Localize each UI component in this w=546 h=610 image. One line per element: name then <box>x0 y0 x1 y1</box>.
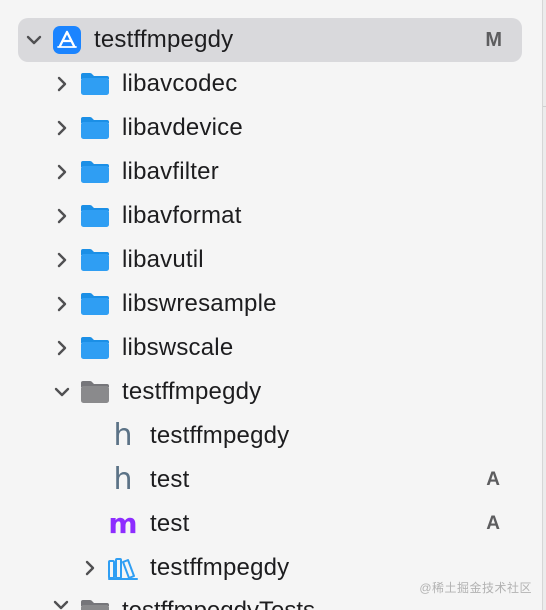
chevron-right-icon[interactable] <box>53 163 71 181</box>
chevron-right-icon[interactable] <box>53 295 71 313</box>
project-name: testffmpegdy <box>94 26 234 53</box>
list-item-folder[interactable]: libswscale <box>0 326 542 370</box>
library-icon <box>108 555 138 581</box>
folder-label: libavformat <box>122 202 242 229</box>
chevron-right-icon[interactable] <box>53 251 71 269</box>
folder-icon <box>80 71 110 97</box>
file-label: test <box>150 510 190 537</box>
list-item-folder[interactable]: libavcodec <box>0 62 542 106</box>
gray-folder-icon <box>80 379 110 405</box>
list-item-file[interactable]: h test A <box>0 458 542 502</box>
chevron-right-icon[interactable] <box>81 559 99 577</box>
file-label: test <box>150 466 190 493</box>
folder-label: libavcodec <box>122 70 238 97</box>
folder-icon <box>80 247 110 273</box>
folder-icon <box>80 335 110 361</box>
chevron-right-icon[interactable] <box>53 207 71 225</box>
group-label: testffmpegdyTests <box>122 599 315 610</box>
folder-label: libavutil <box>122 246 204 273</box>
objc-file-icon: m <box>108 507 138 540</box>
status-badge-modified: M <box>485 29 502 51</box>
chevron-right-icon[interactable] <box>53 339 71 357</box>
project-navigator: testffmpegdy M libavcodec libavdevice li… <box>0 0 546 610</box>
list-item-folder[interactable]: libavdevice <box>0 106 542 150</box>
list-item-folder[interactable]: libavfilter <box>0 150 542 194</box>
folder-label: libavdevice <box>122 114 243 141</box>
folder-icon <box>80 115 110 141</box>
list-item-folder[interactable]: libavutil <box>0 238 542 282</box>
library-group-label: testffmpegdy <box>150 554 290 581</box>
chevron-down-icon[interactable] <box>52 597 70 610</box>
folder-icon <box>80 159 110 185</box>
xcode-project-icon <box>51 25 83 55</box>
project-row[interactable]: testffmpegdy M <box>0 18 542 62</box>
file-label: testffmpegdy <box>150 422 290 449</box>
status-badge-added: A <box>486 513 500 534</box>
chevron-down-icon[interactable] <box>53 383 71 401</box>
folder-icon <box>80 291 110 317</box>
folder-label: libavfilter <box>122 158 219 185</box>
header-file-icon: h <box>113 418 133 453</box>
list-item-file[interactable]: m test A <box>0 502 542 546</box>
chevron-down-icon[interactable] <box>25 31 43 49</box>
chevron-right-icon[interactable] <box>53 75 71 93</box>
header-file-icon: h <box>113 462 133 497</box>
list-item-group[interactable]: testffmpegdy <box>0 370 542 414</box>
folder-label: libswscale <box>122 334 234 361</box>
list-item-folder[interactable]: libswresample <box>0 282 542 326</box>
status-badge-added: A <box>486 469 500 490</box>
gray-folder-icon <box>80 598 110 610</box>
chevron-right-icon[interactable] <box>53 119 71 137</box>
group-label: testffmpegdy <box>122 378 262 405</box>
folder-label: libswresample <box>122 290 277 317</box>
folder-icon <box>80 203 110 229</box>
watermark: @稀土掘金技术社区 <box>419 581 532 595</box>
list-item-folder[interactable]: libavformat <box>0 194 542 238</box>
list-item-file[interactable]: h testffmpegdy <box>0 414 542 458</box>
list-item-group-clipped[interactable]: testffmpegdyTests <box>0 597 542 610</box>
